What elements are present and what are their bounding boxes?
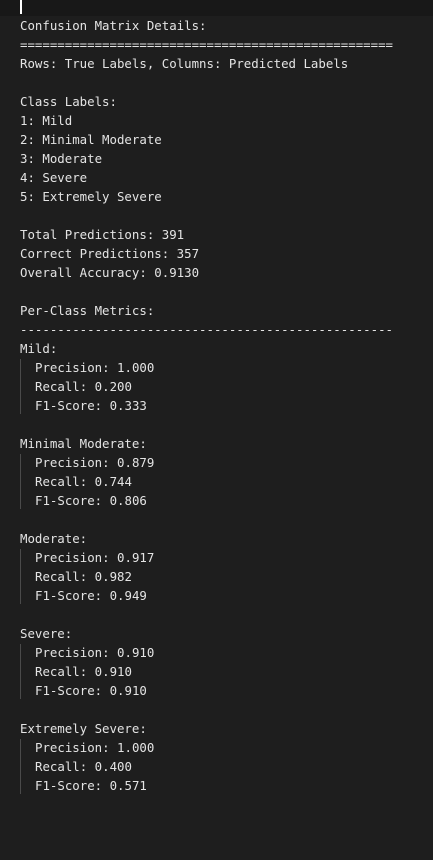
- double-rule: ========================================…: [20, 37, 393, 52]
- class-label-item: 3: Moderate: [20, 151, 103, 166]
- output-title: Confusion Matrix Details:: [20, 18, 207, 33]
- precision-value: Precision: 0.917: [35, 550, 155, 565]
- metric-group: Precision: 0.910 Recall: 0.910 F1-Score:…: [20, 643, 425, 700]
- precision-value: Precision: 1.000: [35, 740, 155, 755]
- precision-value: Precision: 0.910: [35, 645, 155, 660]
- metric-group: Precision: 1.000 Recall: 0.400 F1-Score:…: [20, 738, 425, 795]
- f1-value: F1-Score: 0.333: [35, 398, 147, 413]
- metric-group: Precision: 1.000 Recall: 0.200 F1-Score:…: [20, 358, 425, 415]
- recall-value: Recall: 0.910: [35, 664, 132, 679]
- f1-value: F1-Score: 0.571: [35, 778, 147, 793]
- class-label-item: 2: Minimal Moderate: [20, 132, 162, 147]
- output-subtitle: Rows: True Labels, Columns: Predicted La…: [20, 56, 349, 71]
- class-name: Moderate:: [20, 531, 88, 546]
- precision-value: Precision: 1.000: [35, 360, 155, 375]
- class-name: Minimal Moderate:: [20, 436, 147, 451]
- class-label-item: 5: Extremely Severe: [20, 189, 162, 204]
- class-label-item: 4: Severe: [20, 170, 88, 185]
- output-panel: Confusion Matrix Details: ==============…: [20, 16, 425, 795]
- precision-value: Precision: 0.879: [35, 455, 155, 470]
- f1-value: F1-Score: 0.949: [35, 588, 147, 603]
- class-name: Severe:: [20, 626, 73, 641]
- recall-value: Recall: 0.400: [35, 759, 132, 774]
- total-predictions: Total Predictions: 391: [20, 227, 185, 242]
- output-top-strip: [0, 0, 433, 16]
- metric-group: Precision: 0.879 Recall: 0.744 F1-Score:…: [20, 453, 425, 510]
- metric-group: Precision: 0.917 Recall: 0.982 F1-Score:…: [20, 548, 425, 605]
- correct-predictions: Correct Predictions: 357: [20, 246, 200, 261]
- recall-value: Recall: 0.982: [35, 569, 132, 584]
- class-name: Extremely Severe:: [20, 721, 147, 736]
- text-cursor: [20, 0, 22, 14]
- f1-value: F1-Score: 0.910: [35, 683, 147, 698]
- f1-value: F1-Score: 0.806: [35, 493, 147, 508]
- single-rule: ----------------------------------------…: [20, 322, 393, 337]
- per-class-heading: Per-Class Metrics:: [20, 303, 155, 318]
- recall-value: Recall: 0.744: [35, 474, 132, 489]
- recall-value: Recall: 0.200: [35, 379, 132, 394]
- overall-accuracy: Overall Accuracy: 0.9130: [20, 265, 200, 280]
- class-labels-heading: Class Labels:: [20, 94, 117, 109]
- class-label-item: 1: Mild: [20, 113, 73, 128]
- class-name: Mild:: [20, 341, 58, 356]
